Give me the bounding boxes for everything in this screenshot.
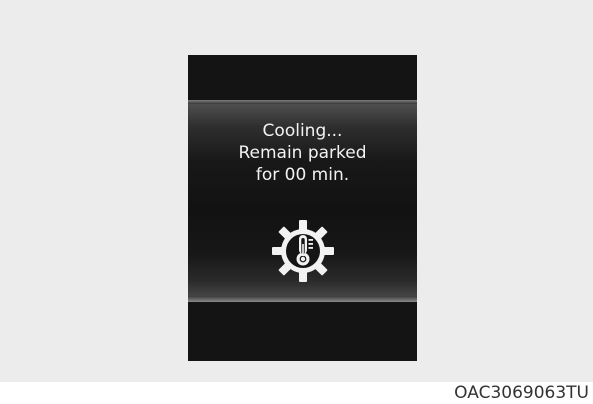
- cluster-display: Cooling... Remain parked for 00 min.: [188, 55, 417, 361]
- message-line-remain-parked: Remain parked: [238, 143, 367, 163]
- message-line-duration: for 00 min.: [255, 165, 350, 185]
- bottom-band-edge: [188, 296, 417, 302]
- display-top-band: [188, 55, 417, 104]
- figure-code-caption: OAC3069063TU: [454, 383, 589, 403]
- figure-background: Cooling... Remain parked for 00 min.: [0, 0, 593, 382]
- message-line-cooling: Cooling...: [262, 121, 343, 141]
- message-panel: Cooling... Remain parked for 00 min.: [188, 104, 417, 296]
- display-bottom-band: [188, 296, 417, 361]
- gear-thermometer-icon: [272, 220, 334, 282]
